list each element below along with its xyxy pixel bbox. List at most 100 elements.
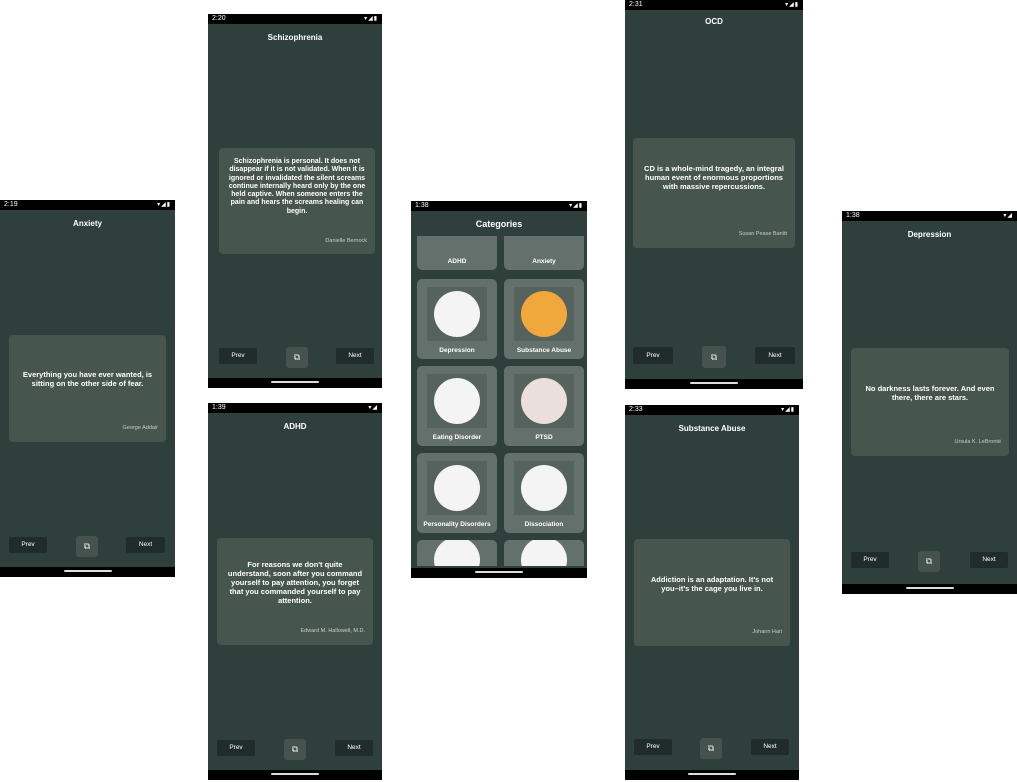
status-bar: 2:20 ▾◢▮: [208, 14, 382, 24]
category-label: Substance Abuse: [516, 347, 572, 354]
categories-screen: 1:38 ▾◢▮ Categories ADHD Anxiety Depress…: [411, 201, 587, 578]
home-indicator[interactable]: [271, 773, 319, 775]
category-illustration-icon: [434, 540, 480, 566]
category-label: Anxiety: [532, 258, 556, 265]
signal-battery-icon: ▾◢▮: [569, 203, 583, 209]
next-button[interactable]: Next: [126, 537, 165, 553]
copy-icon[interactable]: ⧉: [286, 347, 308, 368]
category-image: [427, 374, 487, 428]
anxiety-screen: 2:19 ▾◢▮ Anxiety Everything you have eve…: [0, 200, 175, 577]
category-substance-abuse[interactable]: Substance Abuse: [504, 279, 584, 359]
adhd-screen: 1:39 ▾◢ ADHD For reasons we don't quite …: [208, 403, 382, 780]
home-indicator[interactable]: [690, 382, 738, 384]
category-label: ADHD: [447, 258, 467, 265]
prev-button[interactable]: Prev: [217, 740, 255, 756]
category-anxiety[interactable]: Anxiety: [504, 236, 584, 270]
category-image: [514, 374, 574, 428]
copy-icon[interactable]: ⧉: [702, 346, 726, 368]
category-tile-partial[interactable]: [504, 540, 584, 566]
quote-author: Danielle Bernock: [325, 238, 367, 244]
category-illustration-icon: [521, 540, 567, 566]
status-time: 1:38: [415, 202, 429, 209]
page-title: ADHD: [283, 422, 307, 431]
signal-battery-icon: ▾◢▮: [157, 202, 171, 208]
next-button[interactable]: Next: [336, 348, 374, 364]
quote-text: Addiction is an adaptation. It's not you…: [650, 575, 774, 593]
prev-button[interactable]: Prev: [851, 552, 889, 568]
quote-card: Addiction is an adaptation. It's not you…: [634, 539, 790, 646]
substance-abuse-screen: 2:33 ▾◢▮ Substance Abuse Addiction is an…: [625, 405, 799, 780]
status-bar: 1:38 ▾◢▮: [411, 201, 587, 211]
quote-card: For reasons we don't quite understand, s…: [217, 538, 373, 645]
signal-battery-icon: ▾◢: [368, 405, 378, 411]
nav-bar: [625, 379, 803, 389]
status-time: 1:39: [212, 404, 226, 411]
home-indicator[interactable]: [688, 773, 736, 775]
page-title: Schizophrenia: [267, 33, 323, 42]
status-bar: 1:39 ▾◢: [208, 403, 382, 413]
quote-text: Everything you have ever wanted, is sitt…: [22, 370, 153, 388]
status-bar: 2:31 ▾◢▮: [625, 0, 803, 10]
category-ptsd[interactable]: PTSD: [504, 366, 584, 446]
depression-illustration-icon: [434, 291, 480, 337]
ocd-screen: 2:31 ▾◢▮ OCD CD is a whole-mind tragedy,…: [625, 0, 803, 389]
category-image: [514, 287, 574, 341]
next-button[interactable]: Next: [970, 552, 1008, 568]
quote-author: George Addair: [122, 425, 158, 431]
status-time: 2:19: [4, 201, 18, 208]
home-indicator[interactable]: [63, 570, 112, 572]
category-grid[interactable]: ADHD Anxiety Depression Substance Abuse …: [411, 236, 587, 566]
quote-text: For reasons we don't quite understand, s…: [227, 560, 363, 605]
nav-bar: [625, 770, 799, 780]
signal-battery-icon: ▾◢: [1003, 213, 1013, 219]
ptsd-illustration-icon: [521, 378, 567, 424]
prev-button[interactable]: Prev: [219, 348, 257, 364]
home-indicator[interactable]: [271, 381, 319, 383]
category-image: [514, 461, 574, 515]
quote-author: Johann Hari: [752, 629, 782, 635]
status-bar: 2:19 ▾◢▮: [0, 200, 175, 210]
next-button[interactable]: Next: [755, 347, 795, 364]
copy-icon[interactable]: ⧉: [76, 536, 98, 557]
prev-button[interactable]: Prev: [9, 537, 47, 553]
nav-bar: [208, 770, 382, 780]
category-eating-disorder[interactable]: Eating Disorder: [417, 366, 497, 446]
personality-disorders-illustration-icon: [434, 465, 480, 511]
copy-icon[interactable]: ⧉: [918, 551, 940, 572]
quote-author: Edward M. Hallowell, M.D.: [300, 628, 366, 634]
status-time: 1:38: [846, 212, 860, 219]
status-bar: 1:38 ▾◢: [842, 211, 1017, 221]
home-indicator[interactable]: [475, 571, 523, 573]
category-depression[interactable]: Depression: [417, 279, 497, 359]
status-time: 2:33: [629, 406, 643, 413]
category-adhd[interactable]: ADHD: [417, 236, 497, 270]
category-label: PTSD: [535, 434, 553, 441]
prev-button[interactable]: Prev: [634, 739, 672, 755]
quote-author: Ursula K. LeBrontë: [954, 439, 1001, 445]
category-label: Personality Disorders: [423, 521, 491, 528]
category-tile-partial[interactable]: [417, 540, 497, 566]
home-indicator[interactable]: [905, 587, 954, 589]
quote-text: Schizophrenia is personal. It does not d…: [228, 158, 366, 215]
next-button[interactable]: Next: [751, 739, 789, 755]
dissociation-illustration-icon: [521, 465, 567, 511]
status-time: 2:31: [629, 1, 643, 8]
page-title: OCD: [705, 17, 723, 26]
nav-bar: [411, 568, 587, 578]
quote-card: No darkness lasts forever. And even ther…: [851, 348, 1009, 456]
page-title: Depression: [907, 230, 952, 239]
copy-icon[interactable]: ⧉: [284, 739, 306, 760]
nav-bar: [842, 584, 1017, 594]
category-personality-disorders[interactable]: Personality Disorders: [417, 453, 497, 533]
copy-icon[interactable]: ⧉: [700, 738, 722, 759]
signal-battery-icon: ▾◢▮: [785, 2, 799, 8]
category-label: Eating Disorder: [432, 434, 482, 441]
status-bar: 2:33 ▾◢▮: [625, 405, 799, 415]
category-image: [427, 461, 487, 515]
substance-abuse-illustration-icon: [521, 291, 567, 337]
depression-screen: 1:38 ▾◢ Depression No darkness lasts for…: [842, 211, 1017, 594]
category-dissociation[interactable]: Dissociation: [504, 453, 584, 533]
prev-button[interactable]: Prev: [633, 347, 673, 364]
next-button[interactable]: Next: [335, 740, 373, 756]
nav-bar: [208, 378, 382, 388]
